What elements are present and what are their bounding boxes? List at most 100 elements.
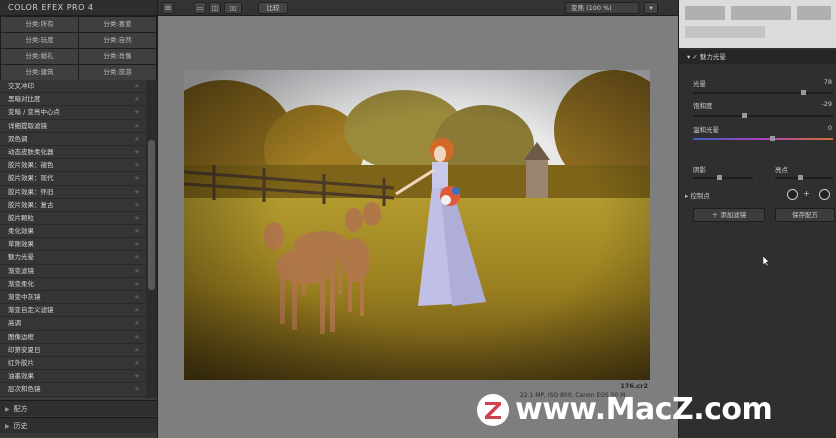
zoom-options-button[interactable]: ▾	[644, 2, 658, 14]
control-points-row[interactable]: ▸ 控制点	[685, 190, 710, 200]
favorite-star-icon[interactable]: ★	[134, 186, 140, 199]
favorite-star-icon[interactable]: ★	[134, 357, 140, 370]
highlights-slider[interactable]	[775, 175, 833, 180]
favorite-star-icon[interactable]: ★	[134, 265, 140, 278]
favorite-star-icon[interactable]: ★	[134, 238, 140, 251]
expand-arrow-icon: ▶	[5, 406, 10, 413]
filter-item[interactable]: 魅力光晕 ★	[0, 251, 146, 265]
filter-item[interactable]: 变暗 / 变亮中心点 ★	[0, 106, 146, 120]
shadows-slider[interactable]	[693, 175, 753, 180]
filter-item[interactable]: 渐变滤镜 ★	[0, 265, 146, 278]
warmth-slider-knob[interactable]	[770, 136, 775, 141]
remove-control-point-icon[interactable]	[819, 189, 830, 200]
favorite-star-icon[interactable]: ★	[134, 120, 140, 133]
filter-item[interactable]: 高调 ★	[0, 317, 146, 331]
filter-section-title: 魅力光晕	[699, 53, 726, 61]
filter-item[interactable]: 渐变自定义滤镜 ★	[0, 304, 146, 318]
favorite-star-icon[interactable]: ★	[134, 383, 140, 396]
glow-value: 78	[823, 78, 832, 86]
favorite-star-icon[interactable]: ★	[134, 317, 140, 330]
favorite-star-icon[interactable]: ★	[134, 212, 140, 225]
favorite-star-icon[interactable]: ★	[134, 106, 140, 119]
category-all[interactable]: 分类:所有	[1, 17, 78, 32]
filter-item[interactable]: 胶片效果：复古 ★	[0, 199, 146, 212]
favorite-star-icon[interactable]: ★	[134, 291, 140, 304]
save-recipe-button[interactable]: 保存配方	[775, 208, 835, 222]
filter-item[interactable]: 胶片效果：褪色 ★	[0, 159, 146, 173]
single-view-button[interactable]: ▭	[194, 2, 206, 14]
category-favorites[interactable]: 分类:喜爱	[79, 17, 156, 32]
filter-item[interactable]: 红外胶片 ★	[0, 357, 146, 371]
filter-item[interactable]: 详细提取滤镜 ★	[0, 120, 146, 133]
favorite-star-icon[interactable]: ★	[134, 251, 140, 264]
favorite-star-icon[interactable]: ★	[134, 225, 140, 238]
filter-item[interactable]: 柔化效果 ★	[0, 225, 146, 239]
favorite-star-icon[interactable]: ★	[134, 93, 140, 106]
favorite-star-icon[interactable]: ★	[134, 172, 140, 185]
favorite-star-icon[interactable]: ★	[134, 331, 140, 344]
filter-section-header[interactable]: ▾ ✓ 魅力光晕	[679, 50, 836, 64]
zoom-select[interactable]: 变焦 (100 %)	[565, 2, 639, 14]
category-fun[interactable]: 分类:玩度	[1, 33, 78, 48]
favorite-star-icon[interactable]: ★	[134, 159, 140, 172]
favorite-star-icon[interactable]: ★	[134, 199, 140, 212]
category-nature[interactable]: 分类:自然	[79, 33, 156, 48]
warmth-slider[interactable]	[693, 136, 833, 141]
filter-item[interactable]: 图像边框 ★	[0, 331, 146, 344]
category-architecture[interactable]: 分类:建筑	[1, 65, 78, 80]
favorite-star-icon[interactable]: ★	[134, 278, 140, 291]
side-by-side-view-button[interactable]: ▯▯	[224, 2, 242, 14]
photo-scene	[184, 70, 650, 380]
favorite-star-icon[interactable]: ★	[134, 133, 140, 146]
split-view-button[interactable]: ◫	[209, 2, 221, 14]
filter-item[interactable]: 双色调 ★	[0, 133, 146, 146]
filter-item[interactable]: 草隙效果 ★	[0, 238, 146, 252]
watermark-logo-icon	[477, 394, 509, 426]
favorite-star-icon[interactable]: ★	[134, 304, 140, 317]
saturation-slider-knob[interactable]	[742, 113, 747, 118]
filter-item[interactable]: 黑暗对比度 ★	[0, 93, 146, 107]
recipes-tab[interactable]: ▶ 配方	[0, 400, 157, 416]
scrollbar-thumb[interactable]	[148, 140, 155, 290]
favorite-star-icon[interactable]: ★	[134, 146, 140, 159]
filter-item[interactable]: 印第安夏日 ★	[0, 344, 146, 357]
warmth-value: 0	[827, 124, 832, 132]
favorite-star-icon[interactable]: ★	[134, 80, 140, 93]
filter-item[interactable]: 渐变柔化 ★	[0, 278, 146, 291]
category-travel[interactable]: 分类:旅游	[79, 65, 156, 80]
history-tab[interactable]: ▶ 历史	[0, 417, 157, 433]
right-panel: ▾ ✓ 魅力光晕 光晕 78 饱和度 -29 温和光晕 0 阴影 亮点 ▸ 控制…	[678, 0, 836, 438]
category-portrait[interactable]: 分类:肖像	[79, 49, 156, 64]
filter-item[interactable]: 交叉冲印 ★	[0, 80, 146, 94]
plus-icon[interactable]: +	[801, 189, 812, 200]
filter-item[interactable]: 胶片效果：怀旧 ★	[0, 186, 146, 199]
filter-item[interactable]: 胶片效果：现代 ★	[0, 172, 146, 186]
favorite-star-icon[interactable]: ★	[134, 344, 140, 357]
filter-item[interactable]: 油墨效果 ★	[0, 370, 146, 384]
filter-item[interactable]: 动态皮肤柔化器 ★	[0, 146, 146, 160]
watermark: www.MacZ.com	[477, 392, 836, 438]
filter-item[interactable]: 渐变中灰镜 ★	[0, 291, 146, 305]
favorite-star-icon[interactable]: ★	[134, 370, 140, 383]
compare-button[interactable]: 比较	[258, 2, 288, 14]
filter-list-scrollbar[interactable]	[146, 80, 157, 398]
category-wedding[interactable]: 分类:婚礼	[1, 49, 78, 64]
panel-toggle-button[interactable]: ⊟	[162, 2, 174, 14]
blurred-region	[679, 0, 836, 48]
zoom-value: 变焦 (100 %)	[571, 4, 612, 12]
watermark-logo-glyph	[485, 402, 501, 419]
highlights-slider-knob[interactable]	[798, 175, 804, 180]
glow-slider-knob[interactable]	[800, 90, 806, 95]
plus-icon: ＋	[711, 211, 721, 219]
filter-item[interactable]: 层次和色镜 ★	[0, 383, 146, 397]
saturation-slider[interactable]	[693, 113, 833, 118]
add-control-point-icon[interactable]	[787, 189, 798, 200]
filter-item[interactable]: 胶片颗粒 ★	[0, 212, 146, 226]
shadows-slider-knob[interactable]	[717, 175, 722, 180]
glow-slider[interactable]	[693, 90, 833, 95]
glow-label: 光晕	[693, 80, 706, 88]
preview-canvas[interactable]: 176.cr2 22.1 MP, ISO 800, Canon EOS 50 M…	[158, 16, 678, 438]
filter-enabled-checkbox[interactable]: ✓	[692, 53, 697, 61]
highlights-label: 亮点	[775, 166, 788, 174]
add-filter-button[interactable]: ＋ 添加滤镜	[693, 208, 765, 222]
